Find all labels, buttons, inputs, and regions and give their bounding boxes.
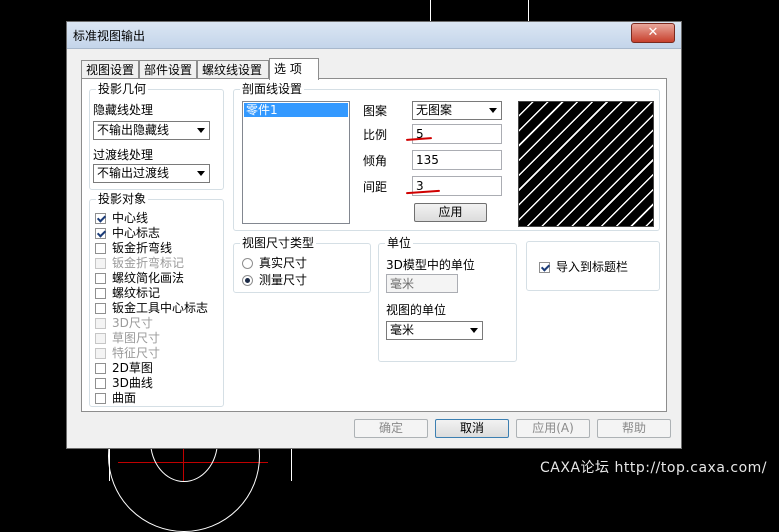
checkbox[interactable] — [95, 363, 106, 374]
hatch-preview — [518, 101, 654, 227]
checkbox-label: 螺纹标记 — [112, 286, 161, 300]
model-unit-field: 毫米 — [386, 274, 458, 293]
angle-input[interactable]: 135 — [412, 150, 502, 170]
checkbox-label: 螺纹简化画法 — [112, 271, 185, 285]
pattern-value: 无图案 — [416, 103, 453, 117]
chevron-down-icon — [489, 108, 497, 113]
help-button[interactable]: 帮助 — [597, 419, 671, 438]
tab-thread-settings[interactable]: 螺纹线设置 — [197, 60, 269, 78]
checkbox-label: 特征尺寸 — [112, 346, 161, 360]
checkbox[interactable] — [95, 288, 106, 299]
watermark: CAXA论坛 http://top.caxa.com/ — [540, 460, 767, 476]
view-dimension-type-group: 视图尺寸类型 真实尺寸 测量尺寸 — [233, 236, 371, 293]
cancel-button[interactable]: 取消 — [435, 419, 509, 438]
model-unit-label: 3D模型中的单位 — [386, 258, 475, 272]
checkbox-label: 3D曲线 — [112, 376, 153, 390]
checkbox[interactable] — [95, 213, 106, 224]
view-unit-value: 毫米 — [390, 323, 415, 337]
import-title-label: 导入到标题栏 — [556, 260, 629, 274]
checkbox[interactable] — [95, 393, 106, 404]
real-size-radio[interactable] — [242, 258, 253, 269]
checkbox-label: 草图尺寸 — [112, 331, 161, 345]
scale-label: 比例 — [363, 128, 388, 142]
checkbox-label: 钣金折弯标记 — [112, 256, 185, 270]
projection-objects-title: 投影对象 — [96, 192, 149, 206]
view-dimension-type-title: 视图尺寸类型 — [240, 236, 317, 250]
projection-objects-group: 投影对象 中心线 中心标志 钣金折弯线 钣金折弯标记 螺纹简化画法 螺纹标记 钣金工具中心标… — [89, 192, 224, 407]
units-group: 单位 3D模型中的单位 毫米 视图的单位 毫米 — [378, 236, 517, 362]
tab-part-settings[interactable]: 部件设置 — [139, 60, 197, 78]
checkbox — [95, 318, 106, 329]
pattern-label: 图案 — [363, 104, 388, 118]
view-unit-select[interactable]: 毫米 — [386, 321, 483, 340]
checkbox — [95, 258, 106, 269]
checkbox-label: 钣金工具中心标志 — [112, 301, 209, 315]
chevron-down-icon — [197, 128, 205, 133]
transition-line-value: 不输出过渡线 — [97, 166, 170, 180]
section-line-title: 剖面线设置 — [240, 82, 305, 96]
chevron-down-icon — [197, 171, 205, 176]
spacing-label: 间距 — [363, 180, 388, 194]
pattern-select[interactable]: 无图案 — [412, 101, 502, 120]
tab-options[interactable]: 选 项 — [269, 58, 319, 80]
checkbox — [95, 333, 106, 344]
list-item[interactable]: 零件1 — [244, 103, 348, 117]
dialog-title: 标准视图输出 — [73, 29, 146, 43]
cad-line-center — [291, 449, 292, 481]
view-unit-label: 视图的单位 — [386, 303, 447, 317]
apply-button[interactable]: 应用(A) — [516, 419, 590, 438]
checkbox[interactable] — [95, 378, 106, 389]
cad-line-right2 — [528, 0, 529, 21]
checkbox-label: 钣金折弯线 — [112, 241, 173, 255]
checkbox-label: 3D尺寸 — [112, 316, 153, 330]
cad-line-right — [430, 0, 431, 21]
angle-label: 倾角 — [363, 154, 388, 168]
units-title: 单位 — [385, 236, 414, 250]
checkbox[interactable] — [95, 243, 106, 254]
measured-size-radio[interactable] — [242, 275, 253, 286]
standard-view-output-dialog: 标准视图输出 ✕ 视图设置 部件设置 螺纹线设置 选 项 投影几何 隐藏线处理 … — [66, 21, 682, 449]
checkbox — [95, 348, 106, 359]
section-line-group: 剖面线设置 零件1 图案 无图案 比例 5 倾角 135 间距 3 应用 — [233, 82, 660, 231]
options-panel: 投影几何 隐藏线处理 不输出隐藏线 过渡线处理 不输出过渡线 投影对象 中心线中… — [81, 78, 667, 412]
close-icon: ✕ — [647, 25, 659, 40]
checkbox[interactable] — [95, 273, 106, 284]
section-apply-button[interactable]: 应用 — [414, 203, 487, 222]
hidden-line-select[interactable]: 不输出隐藏线 — [93, 121, 210, 140]
spacing-input[interactable]: 3 — [412, 176, 502, 196]
transition-line-label: 过渡线处理 — [93, 148, 154, 162]
checkbox[interactable] — [95, 228, 106, 239]
checkbox-label: 曲面 — [112, 391, 137, 405]
checkbox-label: 2D草图 — [112, 361, 153, 375]
tab-view-settings[interactable]: 视图设置 — [81, 60, 139, 78]
checkbox[interactable] — [95, 303, 106, 314]
hidden-line-label: 隐藏线处理 — [93, 103, 154, 117]
ok-button[interactable]: 确定 — [354, 419, 428, 438]
checkbox-label: 中心标志 — [112, 226, 161, 240]
hidden-line-value: 不输出隐藏线 — [97, 123, 170, 137]
import-title-checkbox[interactable] — [539, 262, 550, 273]
scale-input[interactable]: 5 — [412, 124, 502, 144]
chevron-down-icon — [470, 328, 478, 333]
projection-geometry-title: 投影几何 — [96, 82, 149, 96]
real-size-label: 真实尺寸 — [259, 256, 308, 270]
transition-line-select[interactable]: 不输出过渡线 — [93, 164, 210, 183]
projection-geometry-group: 投影几何 隐藏线处理 不输出隐藏线 过渡线处理 不输出过渡线 — [89, 82, 224, 190]
title-bar[interactable]: 标准视图输出 ✕ — [67, 22, 681, 49]
import-title-group: 导入到标题栏 — [526, 241, 660, 291]
checkbox-label: 中心线 — [112, 211, 149, 225]
close-button[interactable]: ✕ — [631, 23, 675, 43]
part-listbox[interactable]: 零件1 — [242, 101, 350, 224]
measured-size-label: 测量尺寸 — [259, 273, 308, 287]
